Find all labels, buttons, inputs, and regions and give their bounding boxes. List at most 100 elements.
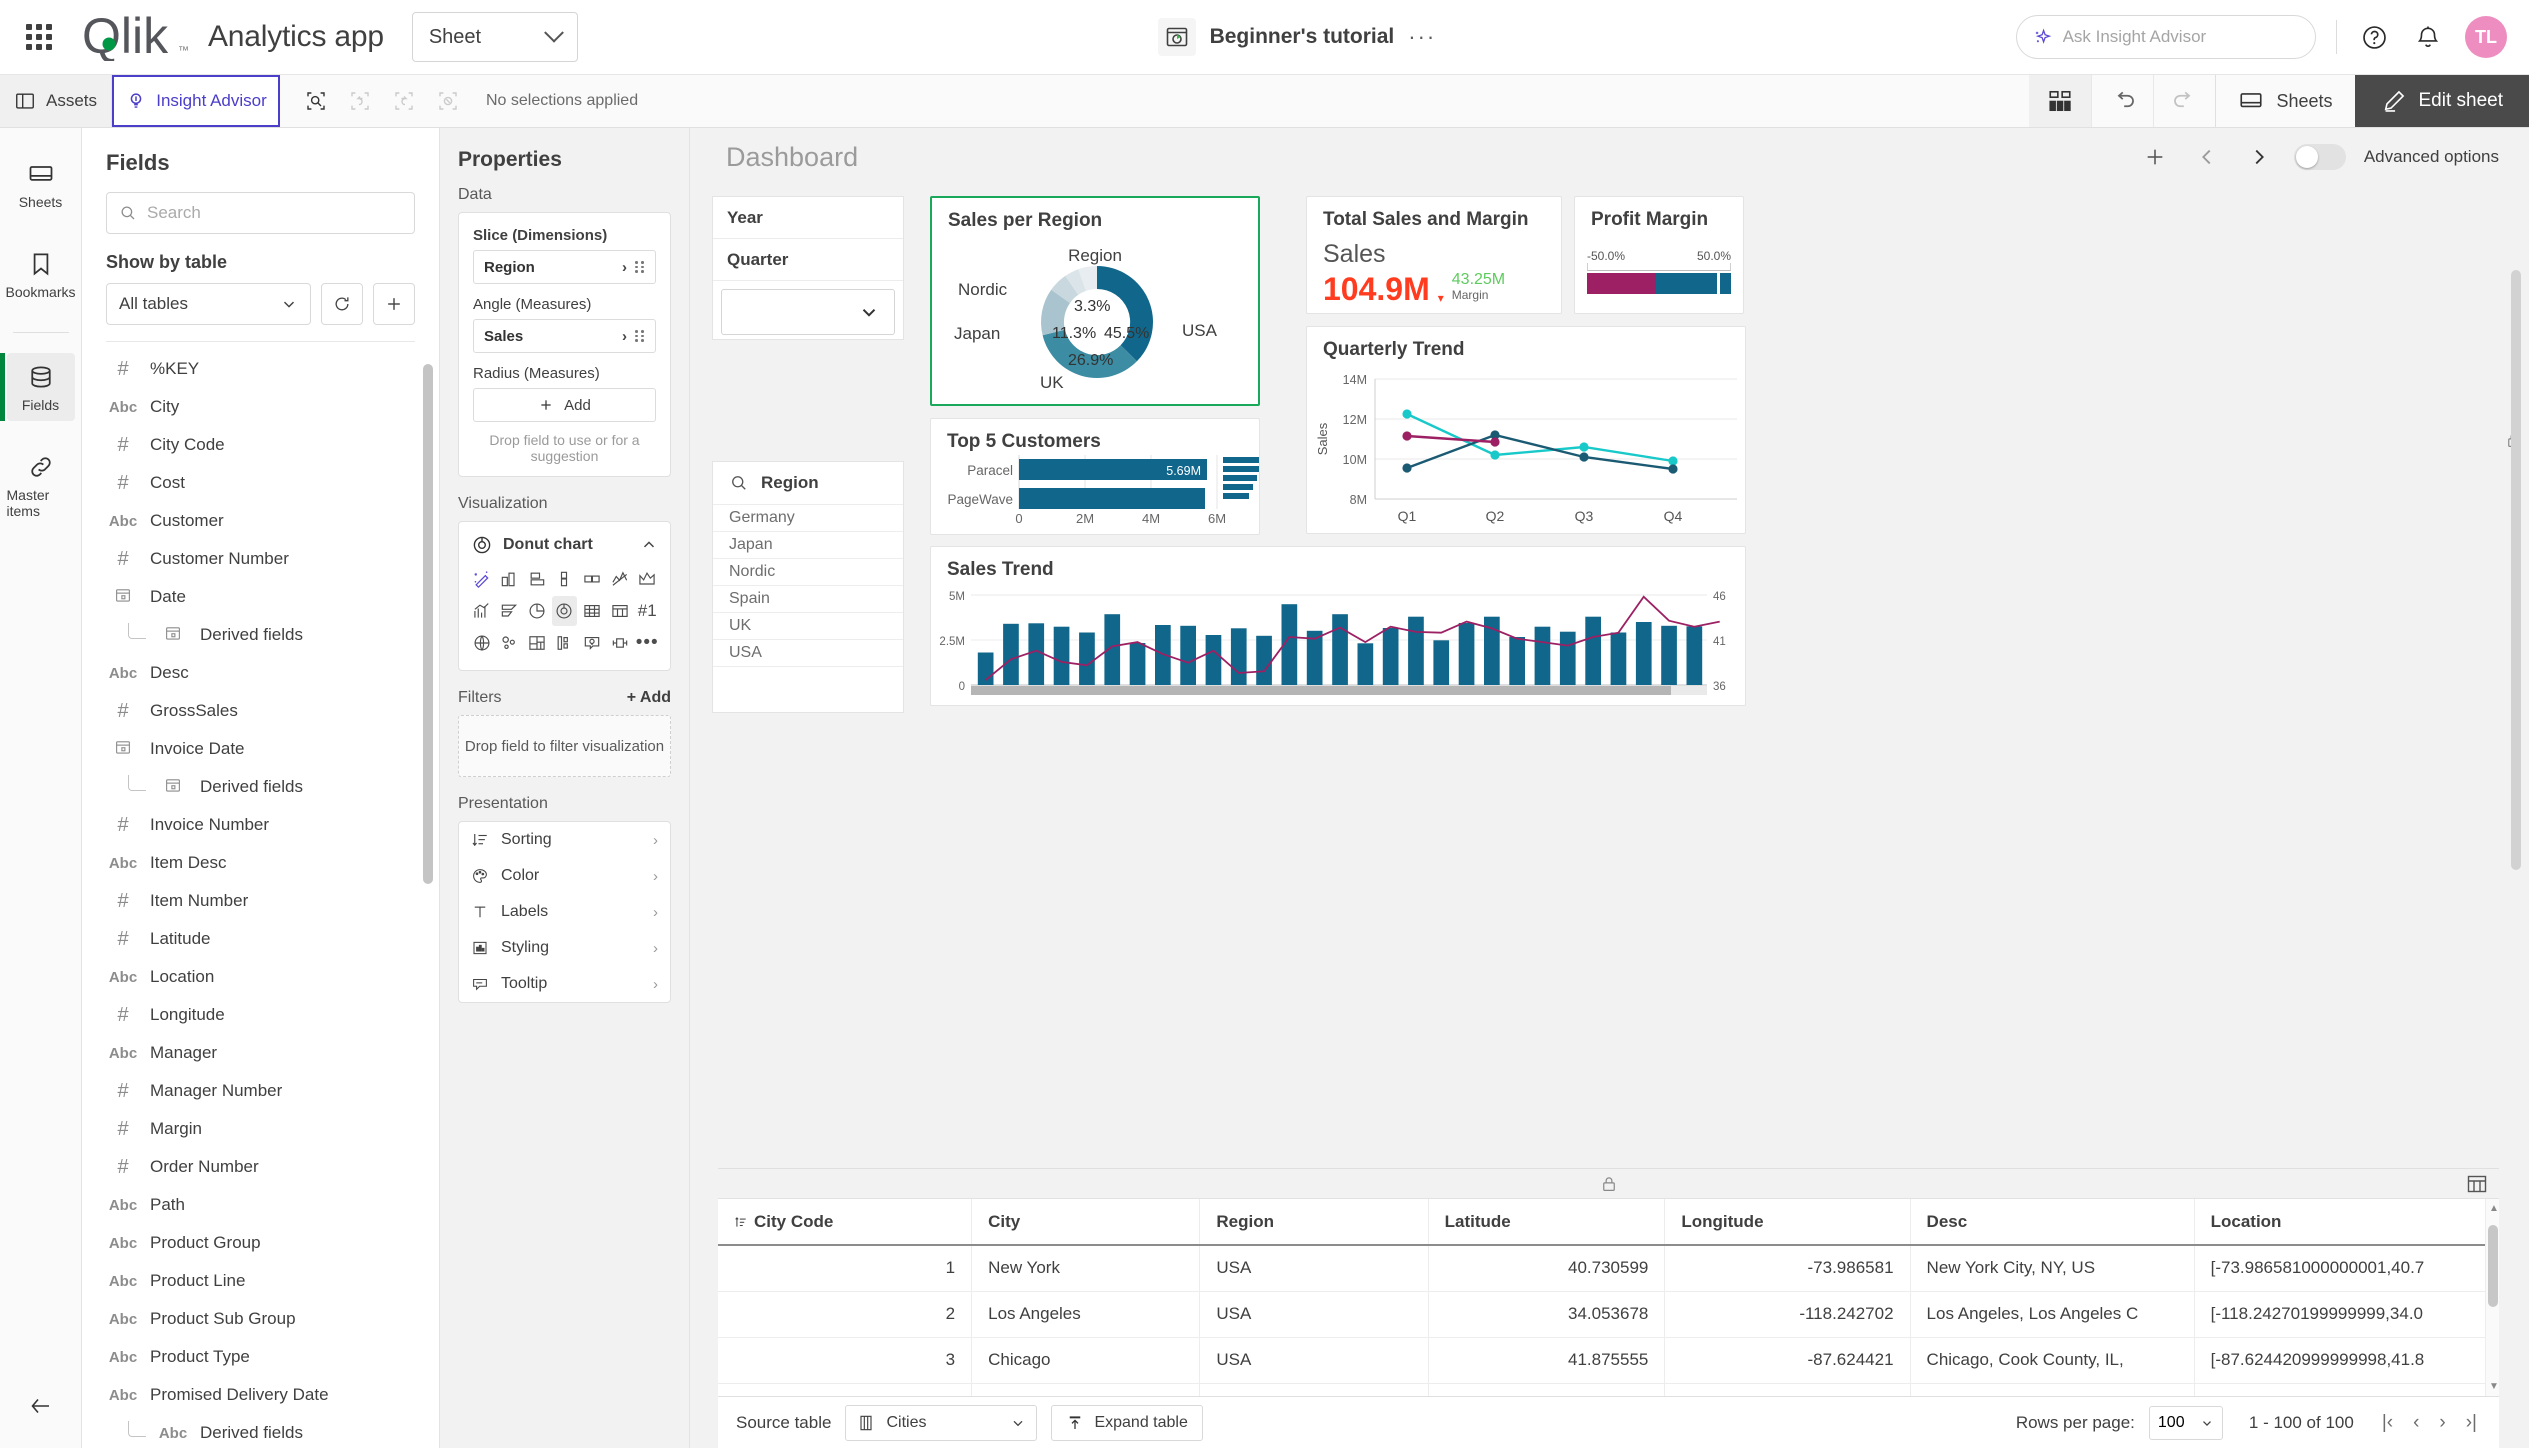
table-icon[interactable]: [579, 596, 605, 626]
sales-trend-bar[interactable]: [1230, 628, 1247, 685]
next-page-icon[interactable]: ›: [2435, 1412, 2449, 1434]
tile-sales-trend[interactable]: Sales Trend 5M 2.5M 0 46 41 36: [930, 546, 1746, 706]
table-row[interactable]: 2 Los Angeles USA 34.053678 -118.242702 Los A…: [718, 1291, 2499, 1338]
table-row[interactable]: 4HoustonUSA29.981501-95.53836Houston, Ha…: [718, 1383, 2499, 1396]
app-grid-icon[interactable]: [22, 20, 56, 54]
field-row[interactable]: # Item Number: [82, 882, 439, 920]
map-icon[interactable]: [469, 628, 495, 658]
drag-handle-icon[interactable]: [635, 259, 645, 275]
field-row[interactable]: # Longitude: [82, 996, 439, 1034]
sales-trend-bar[interactable]: [1661, 625, 1677, 685]
sales-trend-bar[interactable]: [1180, 625, 1196, 685]
edit-sheet-button[interactable]: Edit sheet: [2354, 75, 2529, 127]
clear-selections-icon[interactable]: [428, 82, 468, 120]
sheets-button[interactable]: Sheets: [2215, 75, 2354, 127]
sales-trend-bar[interactable]: [1408, 616, 1424, 685]
selections-search-icon[interactable]: [296, 82, 336, 120]
block-chart-icon[interactable]: [579, 564, 605, 594]
table-cell-loc[interactable]: [-73.986581000000001,40.7: [2194, 1245, 2499, 1292]
field-row[interactable]: Abc Product Type: [82, 1338, 439, 1376]
sales-trend-bar[interactable]: [1534, 626, 1551, 685]
sales-trend-bar[interactable]: [1635, 622, 1652, 685]
table-header-city-code[interactable]: City Code: [718, 1199, 973, 1246]
sales-trend-bar[interactable]: [1433, 640, 1450, 685]
treemap-icon[interactable]: [524, 628, 550, 658]
sales-trend-bar[interactable]: [1256, 635, 1272, 685]
sales-trend-bar[interactable]: [1458, 623, 1475, 685]
tile-total-sales-margin[interactable]: Total Sales and Margin Sales 104.9M ▾ 43…: [1306, 196, 1562, 314]
first-page-icon[interactable]: |‹: [2378, 1412, 2397, 1434]
table-cell-region[interactable]: USA: [1199, 1291, 1429, 1338]
table-view-icon[interactable]: [2465, 1172, 2489, 1201]
table-cell-lat[interactable]: 34.053678: [1428, 1291, 1666, 1338]
table-resize-grip[interactable]: [718, 1169, 2499, 1199]
add-field-button[interactable]: [373, 283, 415, 325]
data-table-scroll[interactable]: City Code City Region Latitude Longitude Desc…: [718, 1199, 2499, 1396]
chart-suggestions-icon[interactable]: [2029, 75, 2092, 127]
table-header-desc[interactable]: Desc: [1910, 1199, 2195, 1246]
tile-top-5-customers[interactable]: Top 5 Customers Paracel PageWave 5.69M 0…: [930, 418, 1260, 535]
field-row[interactable]: # Cost: [82, 464, 439, 502]
search-input[interactable]: [2062, 27, 2299, 47]
sales-trend-bar[interactable]: [1205, 635, 1222, 685]
region-value-list[interactable]: Germany Japan Nordic Spain UK USA: [713, 504, 903, 706]
table-cell-city[interactable]: Chicago: [971, 1337, 1201, 1384]
field-row[interactable]: # GrossSales: [82, 692, 439, 730]
insight-advisor-button[interactable]: Insight Advisor: [112, 75, 280, 127]
field-row[interactable]: Abc City: [82, 388, 439, 426]
ask-insight-advisor-box[interactable]: [2016, 15, 2316, 59]
table-cell-lat[interactable]: 29.981501: [1428, 1383, 1666, 1396]
refresh-fields-button[interactable]: [321, 283, 363, 325]
sales-trend-bar[interactable]: [1357, 643, 1374, 685]
table-cell-lon[interactable]: -73.986581: [1664, 1245, 1911, 1292]
sales-trend-bar[interactable]: [1509, 637, 1525, 685]
field-row[interactable]: Abc Customer: [82, 502, 439, 540]
table-cell-region[interactable]: USA: [1199, 1337, 1429, 1384]
sales-trend-bar[interactable]: [1610, 632, 1627, 686]
step-back-icon[interactable]: [340, 82, 380, 120]
add-sheet-object-button[interactable]: [2138, 140, 2172, 174]
current-visualization-row[interactable]: Donut chart: [469, 532, 660, 564]
table-cell-region[interactable]: USA: [1199, 1245, 1429, 1292]
field-row[interactable]: # Order Number: [82, 1148, 439, 1186]
qlik-logo[interactable]: Qlik ™: [82, 13, 190, 61]
field-row[interactable]: # Invoice Number: [82, 806, 439, 844]
next-sheet-button[interactable]: [2242, 140, 2276, 174]
table-cell-desc[interactable]: Chicago, Cook County, IL,: [1910, 1337, 2195, 1384]
sales-trend-bar[interactable]: [1559, 631, 1576, 685]
sales-trend-bar[interactable]: [1129, 643, 1146, 685]
region-value-item[interactable]: Nordic: [713, 558, 903, 585]
rail-item-fields[interactable]: Fields: [0, 353, 75, 421]
field-row[interactable]: Abc Promised Delivery Date: [82, 1376, 439, 1414]
table-cell-code[interactable]: 2: [718, 1291, 973, 1338]
table-cell-city[interactable]: Houston: [971, 1383, 1201, 1396]
scatter-plot-icon[interactable]: [497, 628, 523, 658]
donut-chart[interactable]: Region Nordic Japan UK USA 3.3% 11.3% 45…: [932, 232, 1258, 396]
filter-item-quarter[interactable]: Quarter: [713, 239, 903, 281]
help-circle-icon[interactable]: [2357, 20, 2391, 54]
expand-table-button[interactable]: Expand table: [1051, 1404, 1203, 1441]
field-row[interactable]: # %KEY: [82, 350, 439, 388]
table-cell-lon[interactable]: -118.242702: [1664, 1291, 1911, 1338]
advanced-options-toggle[interactable]: [2293, 144, 2346, 170]
rail-item-bookmarks[interactable]: Bookmarks: [5, 240, 76, 308]
bar-chart-icon[interactable]: [497, 564, 523, 594]
table-scrollbar-thumb[interactable]: [2488, 1225, 2498, 1307]
table-cell-code[interactable]: 3: [718, 1337, 973, 1384]
sheet-scrollbar-thumb[interactable]: [2511, 270, 2521, 870]
tutorial-more-menu[interactable]: ···: [1408, 24, 1436, 50]
sales-trend-bar[interactable]: [1003, 623, 1019, 685]
tile-sales-per-region[interactable]: Sales per Region Region Nordic Japan UK …: [930, 196, 1260, 406]
field-row[interactable]: Abc Product Group: [82, 1224, 439, 1262]
field-row[interactable]: # City Code: [82, 426, 439, 464]
table-row[interactable]: 1 New York USA 40.730599 -73.986581 New York …: [718, 1245, 2499, 1292]
funnel-icon[interactable]: [497, 596, 523, 626]
step-forward-icon[interactable]: [384, 82, 424, 120]
table-cell-region[interactable]: USA: [1199, 1383, 1429, 1396]
histogram-icon[interactable]: [469, 596, 495, 626]
collapse-rail-icon[interactable]: [27, 1395, 55, 1422]
previous-sheet-button[interactable]: [2190, 140, 2224, 174]
filter-dropdown-empty[interactable]: [721, 289, 895, 335]
table-cell-loc[interactable]: [-95.538359999999997,29.9: [2194, 1383, 2499, 1396]
table-cell-lat[interactable]: 41.875555: [1428, 1337, 1666, 1384]
